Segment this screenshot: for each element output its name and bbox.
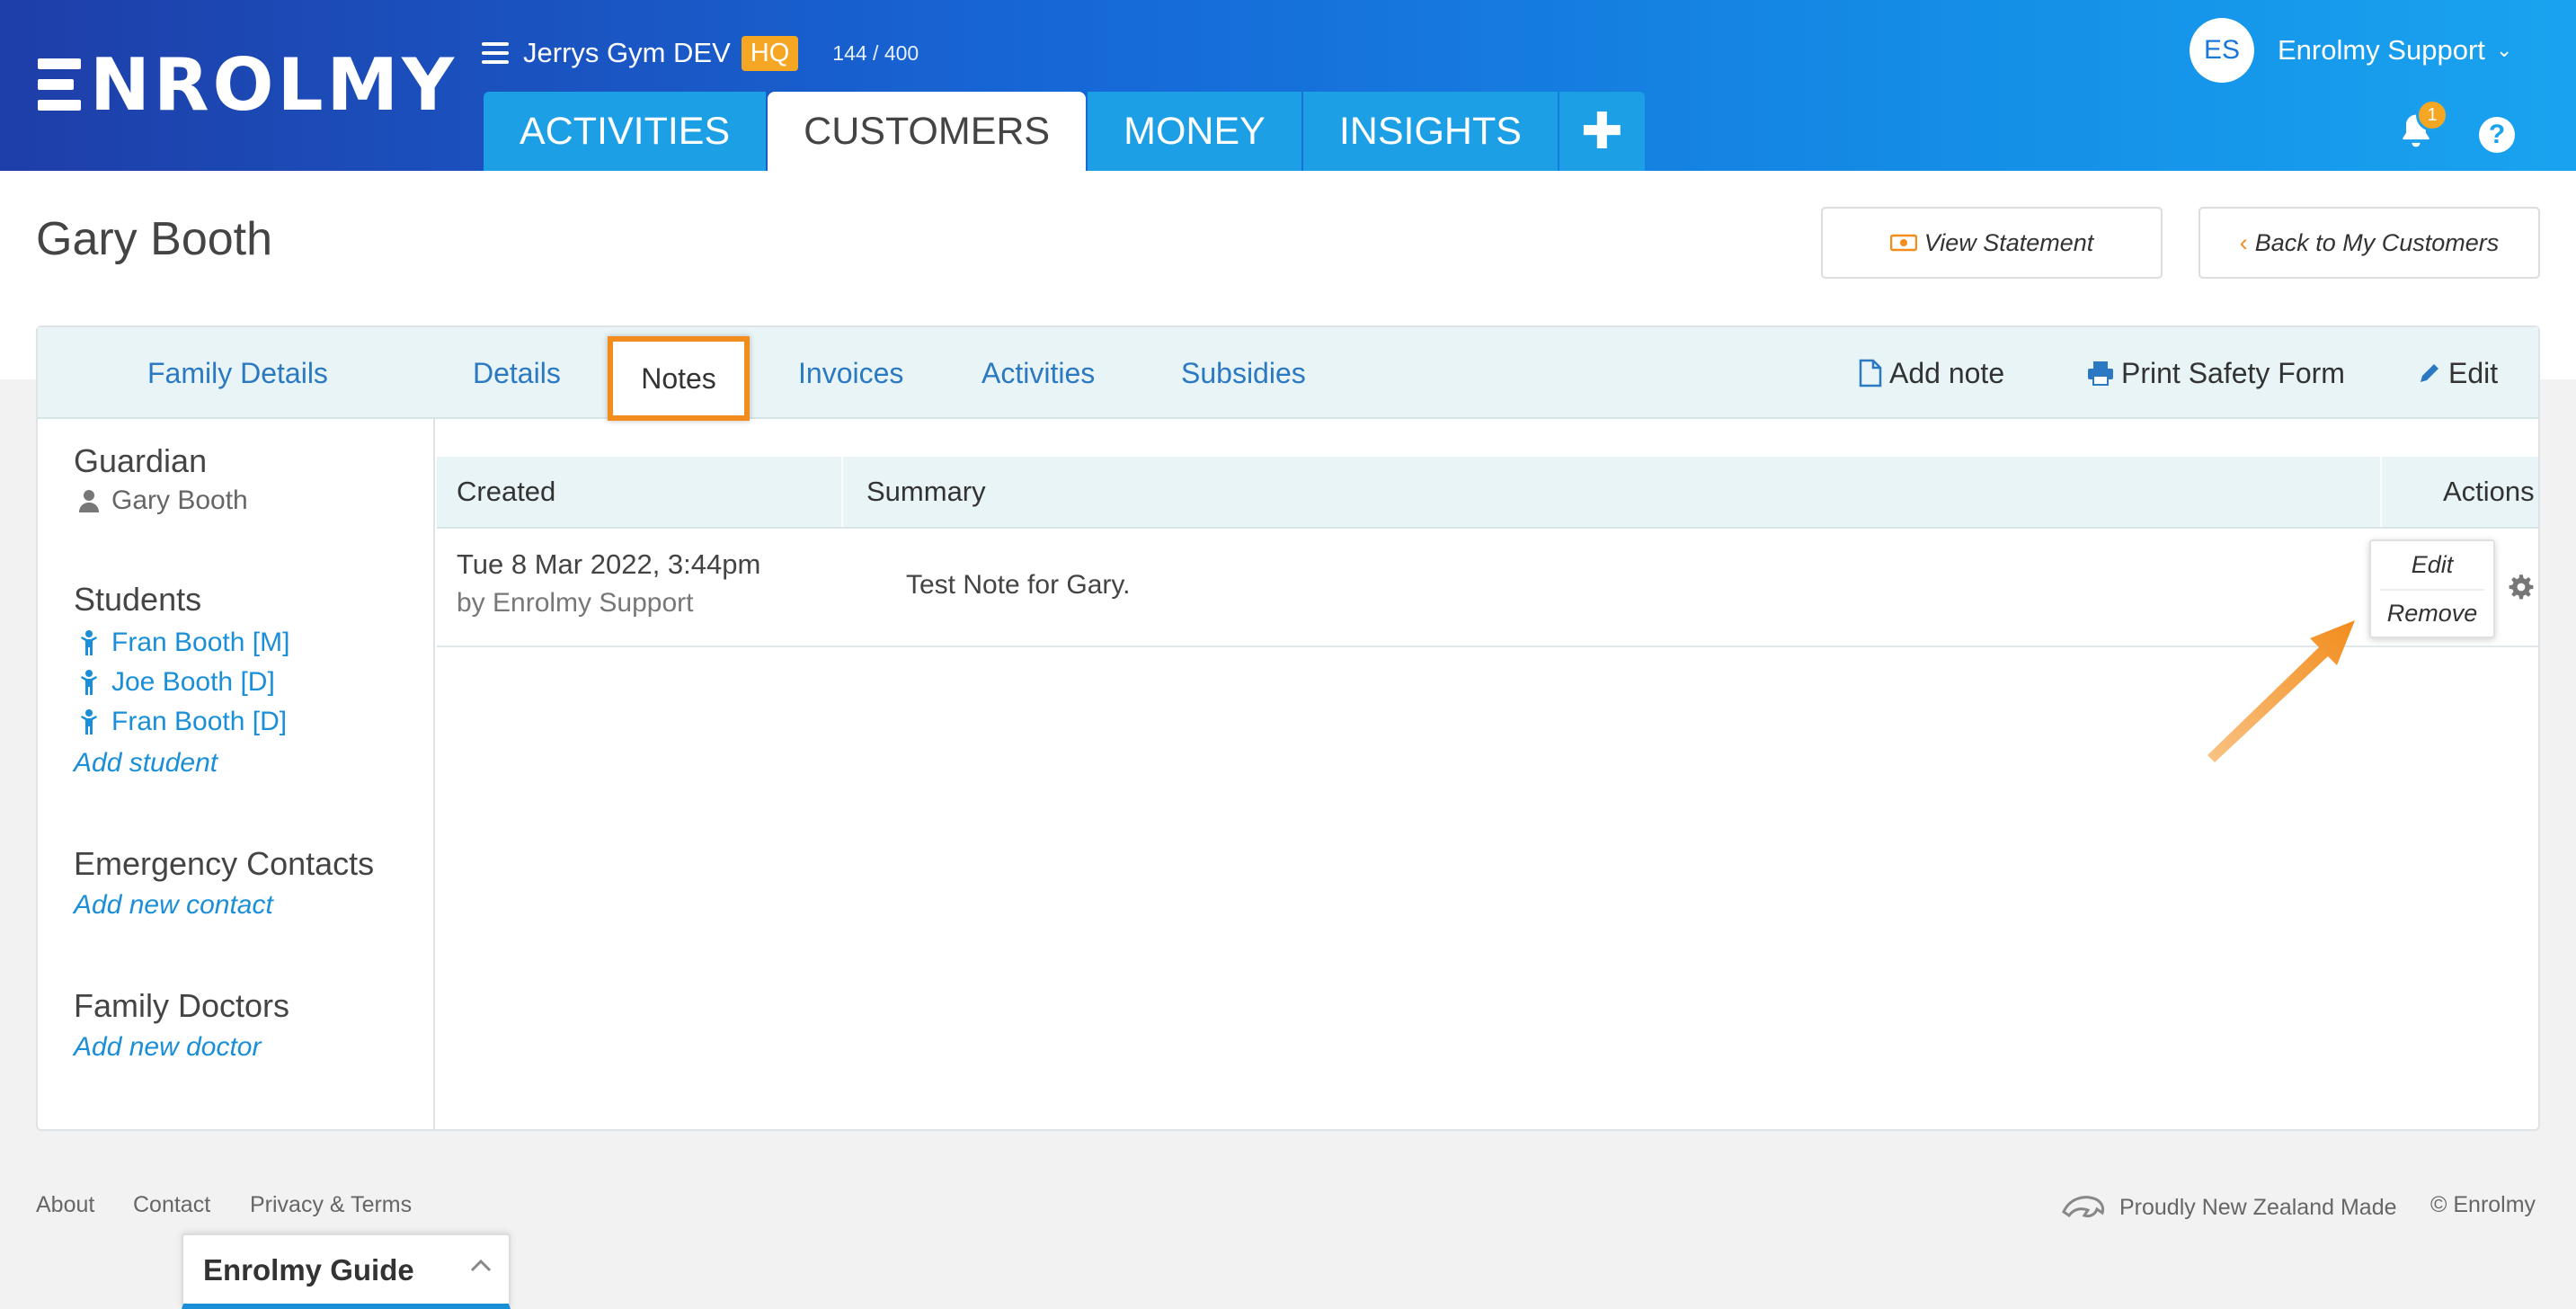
customer-tabbar: Family Details Details Notes Invoices Ac… (38, 327, 2538, 421)
add-note-label: Add note (1889, 356, 2005, 389)
print-safety-form-button[interactable]: Print Safety Form (2087, 327, 2345, 419)
hq-badge: HQ (741, 35, 799, 71)
students-heading: Students (74, 581, 202, 618)
col-created[interactable]: Created (457, 457, 555, 527)
tab-invoices[interactable]: Invoices (798, 327, 903, 419)
add-contact-link[interactable]: Add new contact (74, 890, 273, 921)
note-created-date: Tue 8 Mar 2022, 3:44pm (457, 548, 761, 580)
user-menu[interactable]: ES Enrolmy Support ⌄ (2190, 18, 2512, 83)
chevron-down-icon[interactable]: ⌄ (2496, 39, 2512, 62)
family-doctors-heading: Family Doctors (74, 987, 290, 1024)
child-icon (81, 709, 97, 735)
guardian-name: Gary Booth (111, 485, 248, 515)
org-bar: Jerrys Gym DEV HQ 144 / 400 (482, 31, 919, 76)
tab-details[interactable]: Details (473, 327, 561, 419)
student-item[interactable]: Joe Booth [D] (77, 667, 275, 698)
note-edit-menu-item[interactable]: Edit (2371, 541, 2493, 588)
nav-tab-customers[interactable]: CUSTOMERS (768, 92, 1087, 171)
tab-family-details[interactable]: Family Details (147, 327, 328, 419)
printer-icon (2088, 361, 2113, 386)
student-name: Fran Booth [M] (111, 628, 290, 657)
notes-table-header: Created Summary Actions (437, 457, 2538, 529)
add-doctor-link[interactable]: Add new doctor (74, 1032, 261, 1063)
logo-text: NROLMY (90, 42, 458, 127)
guide-title: Enrolmy Guide (203, 1253, 414, 1287)
add-student-link[interactable]: Add student (74, 748, 218, 779)
print-safety-label: Print Safety Form (2121, 356, 2345, 389)
logo-e-mark (38, 58, 81, 111)
tab-activities[interactable]: Activities (982, 327, 1095, 419)
avatar[interactable]: ES (2190, 18, 2254, 83)
menu-icon[interactable] (482, 42, 509, 64)
chevron-left-icon: ‹ (2239, 228, 2248, 256)
back-label: Back to My Customers (2254, 228, 2500, 256)
student-name: Fran Booth [D] (111, 707, 288, 736)
view-statement-button[interactable]: View Statement (1821, 207, 2163, 279)
nz-made-text: Proudly New Zealand Made (2119, 1194, 2397, 1220)
view-statement-label: View Statement (1923, 228, 2094, 256)
footer-about-link[interactable]: About (36, 1192, 94, 1218)
col-divider (841, 457, 843, 527)
user-name[interactable]: Enrolmy Support (2278, 34, 2485, 67)
family-sidebar: Guardian Gary Booth Students Fran Booth … (38, 419, 435, 1129)
customer-panel: Family Details Details Notes Invoices Ac… (36, 325, 2540, 1131)
child-icon (81, 630, 97, 655)
col-summary[interactable]: Summary (866, 457, 986, 527)
pencil-icon (2421, 364, 2438, 382)
nz-made: Proudly New Zealand Made (2060, 1192, 2397, 1223)
tab-subsidies[interactable]: Subsidies (1181, 327, 1306, 419)
gear-icon[interactable] (2508, 574, 2535, 601)
back-to-customers-button[interactable]: ‹ Back to My Customers (2198, 207, 2540, 279)
enrolmy-guide-widget[interactable]: Enrolmy Guide (182, 1233, 511, 1309)
org-count: 144 / 400 (832, 40, 919, 65)
child-icon (81, 670, 97, 695)
nz-map-icon (2062, 1196, 2105, 1218)
note-author: by Enrolmy Support (457, 588, 694, 618)
note-summary: Test Note for Gary. (906, 570, 1131, 600)
edit-label: Edit (2448, 356, 2499, 389)
note-actions-menu: Edit Remove (2369, 539, 2495, 638)
student-name: Joe Booth [D] (111, 667, 275, 697)
help-icon[interactable]: ? (2479, 117, 2515, 153)
guardian-row[interactable]: Gary Booth (77, 485, 248, 516)
note-remove-menu-item[interactable]: Remove (2371, 590, 2493, 637)
enrolmy-logo[interactable]: NROLMY (38, 43, 457, 127)
chevron-up-icon[interactable] (469, 1257, 493, 1273)
notification-badge: 1 (2416, 99, 2448, 131)
footer-contact-link[interactable]: Contact (133, 1192, 210, 1218)
nav-tab-insights[interactable]: INSIGHTS (1302, 92, 1558, 171)
notes-content: Created Summary Actions Tue 8 Mar 2022, … (437, 419, 2538, 1129)
emergency-contacts-heading: Emergency Contacts (74, 845, 375, 882)
org-name[interactable]: Jerrys Gym DEV (523, 37, 731, 69)
student-item[interactable]: Fran Booth [D] (77, 707, 287, 737)
col-actions: Actions (2443, 476, 2535, 507)
footer-privacy-link[interactable]: Privacy & Terms (250, 1192, 412, 1218)
user-icon (79, 490, 99, 512)
nav-tab-activities[interactable]: ACTIVITIES (484, 92, 767, 171)
guardian-heading: Guardian (74, 442, 208, 479)
nav-add-button[interactable]: ✚ (1559, 92, 1645, 171)
money-icon (1889, 234, 1917, 252)
page-title: Gary Booth (36, 213, 273, 265)
col-divider (2380, 457, 2382, 527)
file-icon (1859, 359, 1882, 387)
edit-customer-button[interactable]: Edit (2418, 327, 2498, 419)
annotation-arrow-icon (2207, 620, 2355, 762)
add-note-button[interactable]: Add note (1859, 327, 2004, 419)
copyright: © Enrolmy (2430, 1192, 2536, 1217)
tab-notes[interactable]: Notes (608, 336, 750, 421)
student-item[interactable]: Fran Booth [M] (77, 628, 289, 658)
nav-tab-money[interactable]: MONEY (1088, 92, 1301, 171)
main-nav: ACTIVITIES CUSTOMERS MONEY INSIGHTS ✚ (484, 92, 1647, 171)
